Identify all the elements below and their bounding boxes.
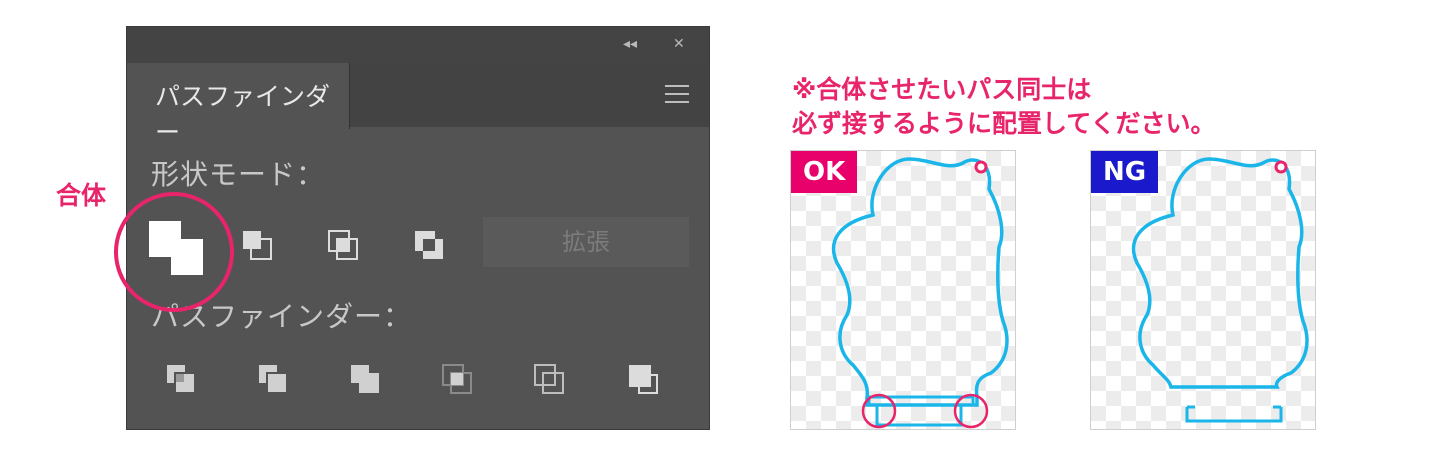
ng-character-outline [1131,157,1309,423]
close-icon[interactable]: ✕ [673,36,685,52]
minus-back-button[interactable] [625,361,665,401]
trim-button[interactable] [255,361,295,401]
unite-annotation-label: 合体 [56,181,107,210]
collapse-icon[interactable]: ◂◂ [623,36,637,52]
panel-menu-icon[interactable] [665,85,689,109]
expand-button[interactable]: 拡張 [483,217,689,267]
unite-highlight-circle [114,192,234,312]
outline-icon [534,364,564,394]
merge-icon [351,365,379,393]
note-line-2: 必ず接するように配置してください。 [792,109,1216,138]
shape-modes-label: 形状モード： [151,158,326,191]
exclude-icon [415,231,443,259]
exclude-button[interactable] [411,227,451,267]
divide-icon [167,365,196,394]
divide-button[interactable] [163,361,203,401]
trim-icon [259,365,288,394]
panel-titlebar: ◂◂ ✕ [127,27,709,63]
tab-pathfinder-label: パスファインダー [155,82,331,147]
crop-button[interactable] [439,361,479,401]
outline-button[interactable] [531,361,571,401]
note-line-1: ※合体させたいパス同士は [792,75,1092,104]
ok-character-outline [831,157,1009,429]
minus-back-icon [629,365,658,394]
tab-pathfinder[interactable]: パスファインダー [127,63,350,147]
intersect-button[interactable] [325,227,365,267]
merge-button[interactable] [347,361,387,401]
crop-icon [442,364,472,394]
panel-tab-row: パスファインダー [127,63,709,147]
intersect-icon [328,230,358,260]
ng-example: NG [1090,150,1316,430]
ok-example: OK [790,150,1016,430]
